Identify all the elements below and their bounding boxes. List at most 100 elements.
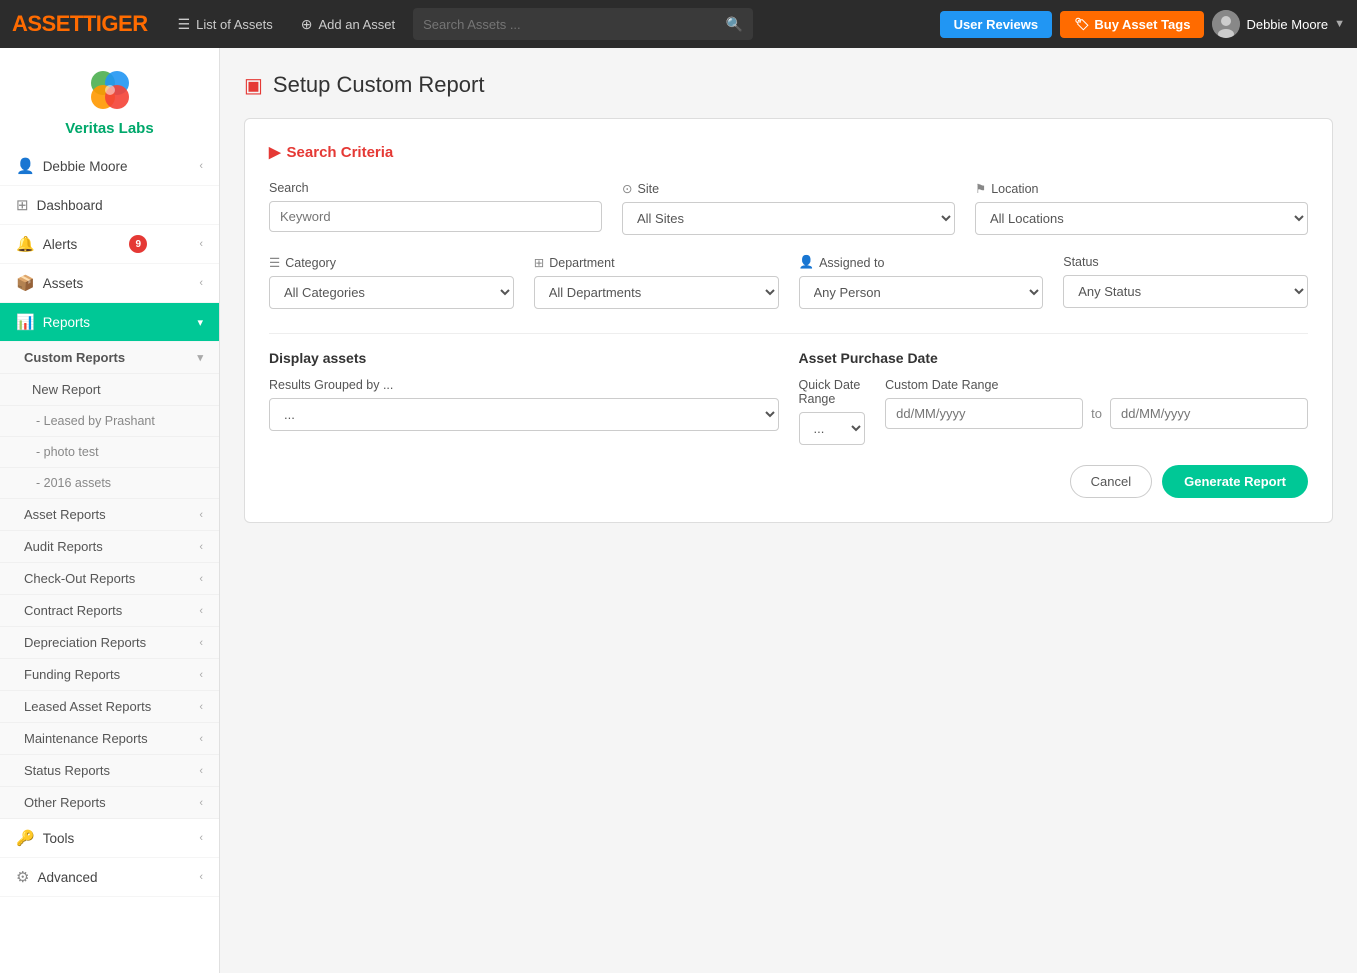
category-select[interactable]: All Categories bbox=[269, 276, 514, 309]
submenu-label: Contract Reports bbox=[24, 603, 122, 618]
submenu-2016-assets[interactable]: - 2016 assets bbox=[0, 468, 219, 499]
sidebar-item-reports[interactable]: 📊 Reports ▾ bbox=[0, 303, 219, 342]
submenu-maintenance-reports[interactable]: Maintenance Reports ‹ bbox=[0, 723, 219, 755]
results-grouped-group: Results Grouped by ... ... bbox=[269, 378, 779, 431]
buy-tags-button[interactable]: 🏷 Buy Asset Tags bbox=[1060, 11, 1204, 38]
user-reviews-button[interactable]: User Reviews bbox=[940, 11, 1053, 38]
date-range-inputs: to bbox=[885, 398, 1308, 429]
assets-icon: 📦 bbox=[16, 274, 35, 292]
plus-circle-icon: ⊕ bbox=[301, 16, 313, 33]
form-row-1: Search ⊙ Site All Sites ⚑ Location bbox=[269, 181, 1308, 235]
submenu-other-reports[interactable]: Other Reports ‹ bbox=[0, 787, 219, 819]
category-label: ☰ Category bbox=[269, 255, 514, 270]
sidebar-item-label: Advanced bbox=[37, 870, 97, 885]
sidebar-item-assets[interactable]: 📦 Assets ‹ bbox=[0, 264, 219, 303]
org-name: Veritas Labs bbox=[65, 120, 153, 137]
form-row-2: ☰ Category All Categories ⊞ Department A… bbox=[269, 255, 1308, 309]
submenu-leased-prashant[interactable]: - Leased by Prashant bbox=[0, 406, 219, 437]
date-to-input[interactable] bbox=[1110, 398, 1308, 429]
site-label: ⊙ Site bbox=[622, 181, 955, 196]
chevron-icon: ▾ bbox=[197, 351, 203, 364]
top-navigation: ASSETTIGER ☰ List of Assets ⊕ Add an Ass… bbox=[0, 0, 1357, 48]
user-menu[interactable]: Debbie Moore ▼ bbox=[1212, 10, 1345, 38]
chevron-icon: ‹ bbox=[199, 765, 203, 777]
search-keyword-input[interactable] bbox=[269, 201, 602, 232]
user-icon: 👤 bbox=[16, 157, 35, 175]
chevron-icon: ‹ bbox=[199, 573, 203, 585]
sidebar-item-user[interactable]: 👤 Debbie Moore ‹ bbox=[0, 147, 219, 186]
purchase-date-section: Asset Purchase Date Quick Date Range ...… bbox=[799, 350, 1309, 445]
person-icon: 👤 bbox=[799, 255, 815, 270]
list-assets-label: List of Assets bbox=[196, 17, 273, 32]
assigned-to-select[interactable]: Any Person bbox=[799, 276, 1044, 309]
submenu-label: New Report bbox=[32, 382, 101, 397]
assigned-to-field-group: 👤 Assigned to Any Person bbox=[799, 255, 1044, 309]
sidebar-item-label: Alerts bbox=[43, 237, 78, 252]
key-icon: 🔑 bbox=[16, 829, 35, 847]
submenu-contract-reports[interactable]: Contract Reports ‹ bbox=[0, 595, 219, 627]
add-asset-button[interactable]: ⊕ Add an Asset bbox=[291, 10, 405, 39]
submenu-custom-reports[interactable]: Custom Reports ▾ bbox=[0, 342, 219, 374]
search-label: Search bbox=[269, 181, 602, 195]
search-criteria-label: Search Criteria bbox=[287, 144, 394, 161]
submenu-label: - 2016 assets bbox=[36, 476, 111, 490]
submenu-status-reports[interactable]: Status Reports ‹ bbox=[0, 755, 219, 787]
submenu-depreciation-reports[interactable]: Depreciation Reports ‹ bbox=[0, 627, 219, 659]
results-grouped-select[interactable]: ... bbox=[269, 398, 779, 431]
sidebar-item-label: Dashboard bbox=[37, 198, 103, 213]
report-icon: ▣ bbox=[244, 73, 263, 98]
submenu-leased-asset-reports[interactable]: Leased Asset Reports ‹ bbox=[0, 691, 219, 723]
department-select[interactable]: All Departments bbox=[534, 276, 779, 309]
category-field-group: ☰ Category All Categories bbox=[269, 255, 514, 309]
generate-report-button[interactable]: Generate Report bbox=[1162, 465, 1308, 498]
buy-tags-label: Buy Asset Tags bbox=[1094, 17, 1190, 32]
results-grouped-label: Results Grouped by ... bbox=[269, 378, 779, 392]
chevron-icon: ‹ bbox=[199, 701, 203, 713]
page-title: ▣ Setup Custom Report bbox=[244, 72, 1333, 98]
sidebar-item-alerts[interactable]: 🔔 Alerts 9 ‹ bbox=[0, 225, 219, 264]
submenu-label: Other Reports bbox=[24, 795, 106, 810]
site-select[interactable]: All Sites bbox=[622, 202, 955, 235]
asset-purchase-date-title: Asset Purchase Date bbox=[799, 350, 1309, 366]
reports-icon: 📊 bbox=[16, 313, 35, 331]
avatar bbox=[1212, 10, 1240, 38]
quick-date-range-select[interactable]: ... bbox=[799, 412, 866, 445]
form-divider bbox=[269, 333, 1308, 334]
submenu-label: Depreciation Reports bbox=[24, 635, 146, 650]
list-assets-button[interactable]: ☰ List of Assets bbox=[168, 10, 283, 39]
sidebar-item-label: Debbie Moore bbox=[43, 159, 128, 174]
date-from-input[interactable] bbox=[885, 398, 1083, 429]
main-layout: Veritas Labs 👤 Debbie Moore ‹ ⊞ Dashboar… bbox=[0, 48, 1357, 973]
submenu-funding-reports[interactable]: Funding Reports ‹ bbox=[0, 659, 219, 691]
chevron-icon: ‹ bbox=[199, 509, 203, 521]
logo-text: ASSETTIGER bbox=[12, 11, 148, 37]
custom-date-range-group: Custom Date Range to bbox=[885, 378, 1308, 445]
search-icon: 🔍 bbox=[726, 16, 743, 33]
submenu-new-report[interactable]: New Report bbox=[0, 374, 219, 406]
status-select[interactable]: Any Status bbox=[1063, 275, 1308, 308]
chevron-icon: ‹ bbox=[199, 733, 203, 745]
reports-submenu: Custom Reports ▾ New Report - Leased by … bbox=[0, 342, 219, 819]
submenu-photo-test[interactable]: - photo test bbox=[0, 437, 219, 468]
sidebar: Veritas Labs 👤 Debbie Moore ‹ ⊞ Dashboar… bbox=[0, 48, 220, 973]
report-form-card: ▶ Search Criteria Search ⊙ Site All Site… bbox=[244, 118, 1333, 523]
form-actions: Cancel Generate Report bbox=[269, 465, 1308, 498]
add-asset-label: Add an Asset bbox=[318, 17, 395, 32]
cancel-button[interactable]: Cancel bbox=[1070, 465, 1152, 498]
date-subgrid: Quick Date Range ... Custom Date Range t… bbox=[799, 378, 1309, 445]
dashboard-icon: ⊞ bbox=[16, 196, 29, 214]
quick-date-range-label: Quick Date Range bbox=[799, 378, 866, 406]
sidebar-item-dashboard[interactable]: ⊞ Dashboard bbox=[0, 186, 219, 225]
submenu-label: Leased Asset Reports bbox=[24, 699, 151, 714]
search-input[interactable] bbox=[423, 17, 726, 32]
status-label: Status bbox=[1063, 255, 1308, 269]
sidebar-item-tools[interactable]: 🔑 Tools ‹ bbox=[0, 819, 219, 858]
search-criteria-toggle[interactable]: ▶ Search Criteria bbox=[269, 143, 1308, 161]
chevron-icon: ‹ bbox=[199, 637, 203, 649]
location-select[interactable]: All Locations bbox=[975, 202, 1308, 235]
submenu-asset-reports[interactable]: Asset Reports ‹ bbox=[0, 499, 219, 531]
chevron-icon: ‹ bbox=[199, 832, 203, 844]
sidebar-item-advanced[interactable]: ⚙ Advanced ‹ bbox=[0, 858, 219, 897]
submenu-audit-reports[interactable]: Audit Reports ‹ bbox=[0, 531, 219, 563]
submenu-checkout-reports[interactable]: Check-Out Reports ‹ bbox=[0, 563, 219, 595]
